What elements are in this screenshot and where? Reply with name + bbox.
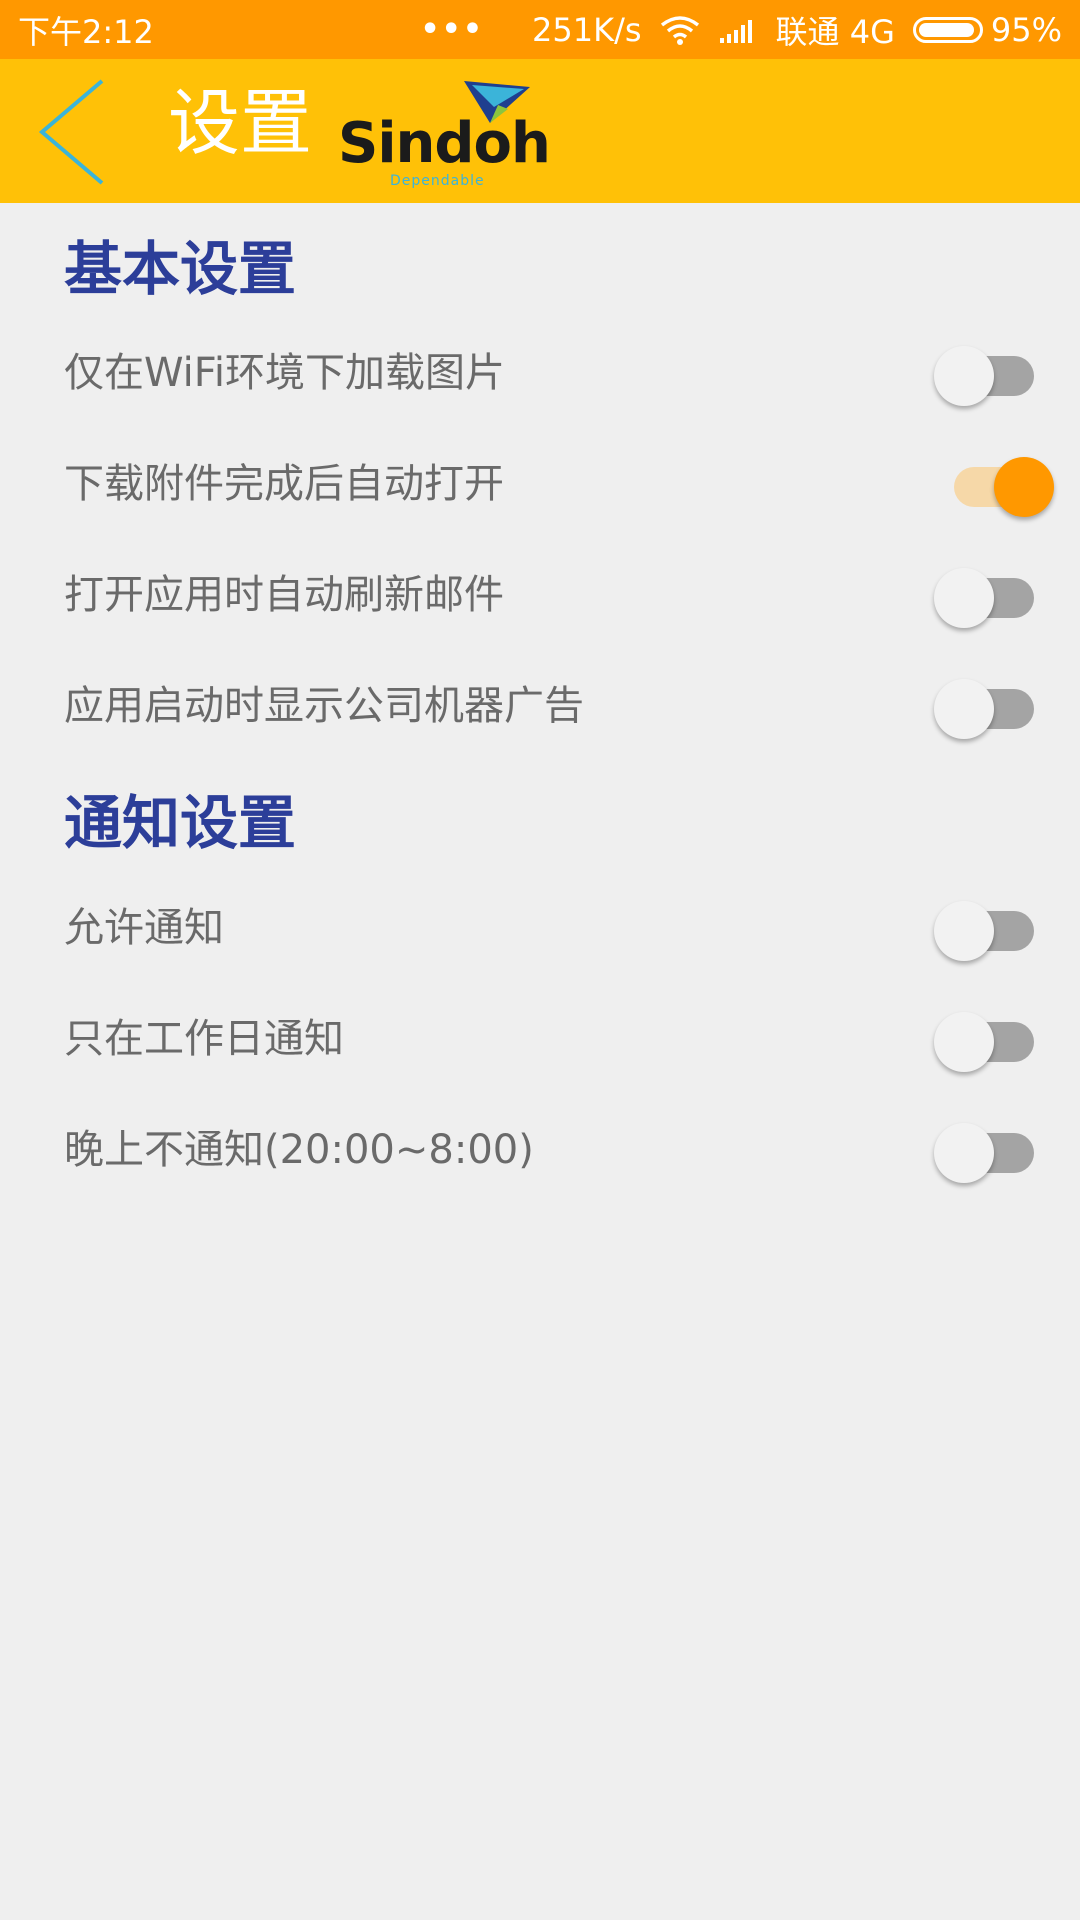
- battery-icon: [912, 16, 983, 43]
- section-title-basic: 基本设置: [64, 235, 297, 303]
- setting-label: 打开应用时自动刷新邮件: [64, 572, 504, 618]
- setting-row-allow-notifications: 允许通知: [0, 883, 1080, 983]
- carrier-label: 联通 4G: [775, 12, 895, 51]
- setting-label: 下载附件完成后自动打开: [64, 461, 504, 507]
- chevron-left-icon: [38, 79, 104, 185]
- toggle-auto-open-attachment[interactable]: [934, 447, 1054, 517]
- wifi-icon: [660, 15, 700, 45]
- toggle-workday-only[interactable]: [934, 1002, 1040, 1072]
- setting-label: 晚上不通知(20:00~8:00): [64, 1127, 534, 1173]
- signal-icon: [718, 16, 758, 44]
- toggle-wifi-images[interactable]: [934, 336, 1040, 406]
- status-time: 下午2:12: [18, 12, 154, 51]
- setting-row-wifi-images: 仅在WiFi环境下加载图片: [0, 328, 1080, 428]
- setting-row-no-night-notify: 晚上不通知(20:00~8:00): [0, 1105, 1080, 1205]
- toggle-no-night-notify[interactable]: [934, 1113, 1040, 1183]
- logo-tagline: Dependable: [390, 173, 485, 189]
- toggle-auto-refresh-mail[interactable]: [934, 558, 1040, 628]
- status-bar: 下午2:12 ••• 251K/s 联通 4G 95%: [0, 0, 1080, 59]
- setting-label: 只在工作日通知: [64, 1016, 344, 1062]
- section-title-notifications: 通知设置: [64, 789, 297, 857]
- logo-text: Sindoh: [338, 111, 551, 176]
- sindoh-logo: Sindoh Dependable: [338, 79, 551, 189]
- setting-label: 允许通知: [64, 905, 224, 951]
- battery-percent: 95%: [990, 10, 1062, 49]
- setting-label: 应用启动时显示公司机器广告: [64, 683, 584, 729]
- more-notifications-icon: •••: [420, 12, 485, 47]
- toggle-allow-notifications[interactable]: [934, 891, 1040, 961]
- setting-row-show-ads: 应用启动时显示公司机器广告: [0, 661, 1080, 761]
- setting-label: 仅在WiFi环境下加载图片: [64, 350, 505, 396]
- toggle-show-ads[interactable]: [934, 669, 1040, 739]
- battery-indicator: 95%: [912, 10, 1062, 49]
- setting-row-workday-only: 只在工作日通知: [0, 994, 1080, 1094]
- network-speed: 251K/s: [532, 10, 642, 49]
- page-title: 设置: [168, 81, 313, 165]
- app-bar: 设置 Sindoh Dependable: [0, 59, 1080, 203]
- setting-row-auto-open-attachment: 下载附件完成后自动打开: [0, 439, 1080, 539]
- back-button[interactable]: [36, 77, 116, 187]
- setting-row-auto-refresh-mail: 打开应用时自动刷新邮件: [0, 550, 1080, 650]
